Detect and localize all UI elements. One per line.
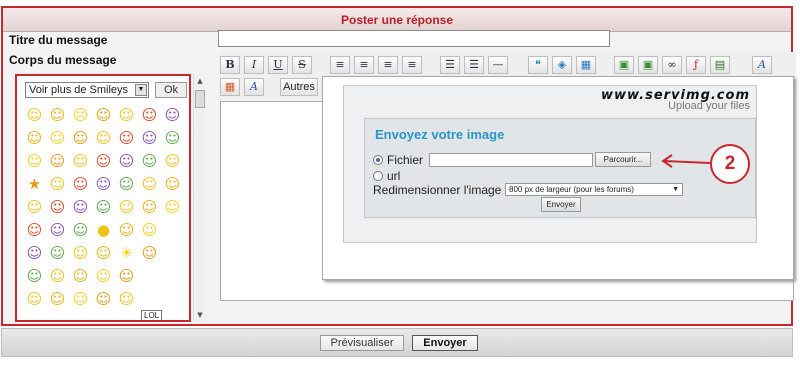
annotation-number: 2 [710, 144, 750, 184]
bottom-button-bar: Prévisualiser Envoyer [1, 328, 793, 357]
submit-button[interactable]: Envoyer [412, 335, 478, 351]
annotation-arrow [661, 154, 711, 168]
arrow-line [663, 160, 711, 164]
preview-button[interactable]: Prévisualiser [320, 335, 404, 351]
